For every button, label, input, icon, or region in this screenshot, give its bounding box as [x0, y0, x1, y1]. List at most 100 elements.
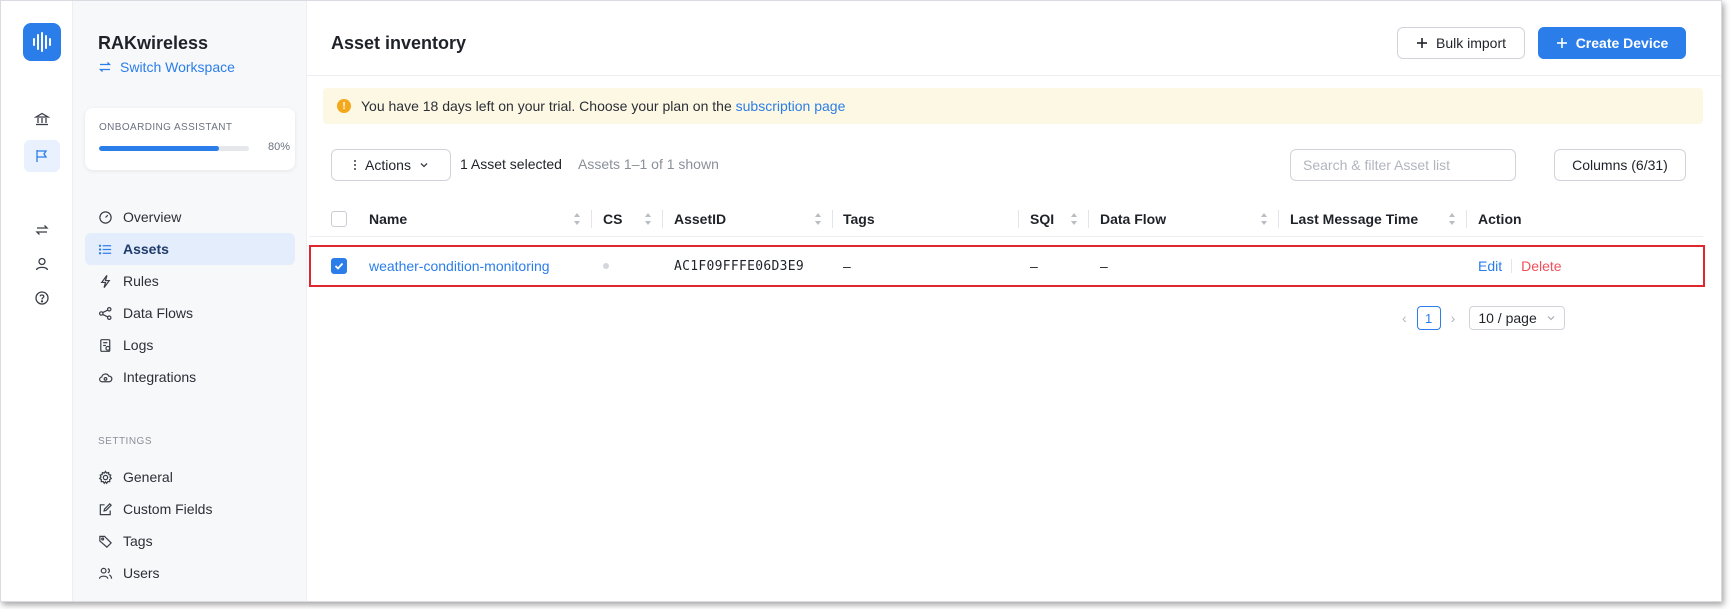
- create-device-button[interactable]: Create Device: [1538, 27, 1686, 59]
- table-row[interactable]: weather-condition-monitoring AC1F09FFFE0…: [309, 245, 1705, 287]
- column-header-sqi[interactable]: SQI: [1030, 201, 1088, 237]
- settings-section-label: SETTINGS: [98, 436, 153, 447]
- column-divider: [832, 210, 833, 228]
- prev-page-icon[interactable]: ‹: [1402, 310, 1407, 326]
- sidebar-item-general[interactable]: General: [85, 461, 295, 493]
- sidebar-item-users[interactable]: Users: [85, 557, 295, 589]
- action-divider: [1511, 259, 1513, 273]
- bank-icon[interactable]: [24, 103, 60, 135]
- tags-cell: –: [843, 258, 851, 274]
- actions-label: Actions: [365, 157, 411, 173]
- row-actions: Edit Delete: [1478, 247, 1562, 285]
- page-size-select[interactable]: 10 / page: [1469, 306, 1566, 330]
- sidebar-item-rules[interactable]: Rules: [85, 265, 295, 297]
- app-window: RAKwireless Switch Workspace ONBOARDING …: [0, 0, 1722, 602]
- sort-icon: [574, 213, 580, 225]
- swap-icon[interactable]: [24, 214, 60, 246]
- trial-alert: ! You have 18 days left on your trial. C…: [323, 88, 1703, 124]
- selection-count: 1 Asset selected: [460, 156, 562, 172]
- sidebar-item-label: Logs: [123, 337, 154, 353]
- chevron-down-icon: [420, 163, 428, 168]
- sidebar-item-label: Custom Fields: [123, 501, 213, 517]
- cloud-sync-icon: [97, 369, 113, 385]
- switch-workspace-label: Switch Workspace: [120, 59, 235, 75]
- page-size-label: 10 / page: [1478, 310, 1537, 326]
- log-file-icon: [97, 337, 113, 353]
- cs-status-indicator: [603, 247, 615, 285]
- delete-link[interactable]: Delete: [1521, 258, 1561, 274]
- sidebar-item-label: General: [123, 469, 173, 485]
- swap-arrows-icon: [98, 62, 112, 72]
- column-divider: [1466, 210, 1467, 228]
- shown-count: Assets 1–1 of 1 shown: [578, 156, 719, 172]
- sidebar-item-tags[interactable]: Tags: [85, 525, 295, 557]
- column-header-action: Action: [1478, 211, 1522, 227]
- column-divider: [591, 210, 592, 228]
- sort-icon: [815, 213, 821, 225]
- sidebar-item-label: Tags: [123, 533, 153, 549]
- lightning-icon: [97, 273, 113, 289]
- switch-workspace-link[interactable]: Switch Workspace: [98, 59, 235, 75]
- sidebar-item-assets[interactable]: Assets: [85, 233, 295, 265]
- page-title: Asset inventory: [331, 33, 467, 53]
- page-number-button[interactable]: 1: [1416, 306, 1441, 330]
- columns-label: Columns (6/31): [1572, 157, 1668, 173]
- status-dot-icon: [603, 263, 609, 269]
- column-divider: [1088, 210, 1089, 228]
- sidebar-item-label: Assets: [123, 241, 169, 257]
- column-header-last-message-time[interactable]: Last Message Time: [1290, 201, 1466, 237]
- select-all-checkbox[interactable]: [331, 211, 347, 227]
- edit-link[interactable]: Edit: [1478, 258, 1502, 274]
- edit-box-icon: [97, 501, 113, 517]
- trial-alert-text: You have 18 days left on your trial. Cho…: [361, 98, 732, 114]
- next-page-icon[interactable]: ›: [1451, 310, 1456, 326]
- column-divider: [1278, 210, 1279, 228]
- rak-logo-icon[interactable]: [23, 23, 61, 61]
- share-nodes-icon: [97, 305, 113, 321]
- sidebar-item-overview[interactable]: Overview: [85, 201, 295, 233]
- warning-icon: !: [337, 99, 351, 113]
- main-content: Asset inventory Bulk import Create Devic…: [307, 1, 1721, 601]
- sidebar-item-logs[interactable]: Logs: [85, 329, 295, 361]
- sort-icon: [645, 213, 651, 225]
- sidebar-item-label: Rules: [123, 273, 159, 289]
- column-header-assetid[interactable]: AssetID: [674, 201, 832, 237]
- onboarding-progress-label: 80%: [268, 141, 291, 153]
- sqi-cell: –: [1030, 258, 1038, 274]
- subscription-page-link[interactable]: subscription page: [736, 98, 846, 114]
- tag-icon: [97, 533, 113, 549]
- column-divider: [1018, 210, 1019, 228]
- bulk-import-label: Bulk import: [1435, 35, 1507, 51]
- asset-name-link[interactable]: weather-condition-monitoring: [369, 247, 550, 285]
- actions-dropdown-button[interactable]: Actions: [331, 149, 451, 181]
- onboarding-assistant-card[interactable]: ONBOARDING ASSISTANT 80%: [85, 108, 295, 170]
- onboarding-label: ONBOARDING ASSISTANT: [99, 122, 233, 133]
- table-header: Name CS AssetID Tags SQI Data Flow Last …: [309, 201, 1703, 237]
- column-header-tags: Tags: [843, 211, 875, 227]
- onboarding-progress-bar: [99, 146, 249, 151]
- sidebar-item-label: Users: [123, 565, 160, 581]
- column-header-name[interactable]: Name: [369, 201, 591, 237]
- sidebar-item-data-flows[interactable]: Data Flows: [85, 297, 295, 329]
- sort-icon: [1261, 213, 1267, 225]
- gauge-icon: [97, 209, 113, 225]
- sidebar-item-integrations[interactable]: Integrations: [85, 361, 295, 393]
- columns-button[interactable]: Columns (6/31): [1554, 149, 1686, 181]
- sidebar-item-custom-fields[interactable]: Custom Fields: [85, 493, 295, 525]
- plus-icon: [1416, 38, 1427, 48]
- row-checkbox[interactable]: [331, 258, 347, 274]
- pagination: ‹ 1 › 10 / page: [1402, 306, 1566, 330]
- flag-icon[interactable]: [24, 140, 60, 172]
- column-header-cs[interactable]: CS: [603, 201, 662, 237]
- column-header-data-flow[interactable]: Data Flow: [1100, 201, 1278, 237]
- bulk-import-button[interactable]: Bulk import: [1397, 27, 1525, 59]
- create-device-label: Create Device: [1575, 35, 1669, 51]
- list-icon: [97, 241, 113, 257]
- asset-search-input[interactable]: [1290, 149, 1516, 181]
- plus-icon: [1556, 38, 1567, 48]
- vertical-dots-icon: [354, 160, 357, 170]
- user-icon[interactable]: [24, 248, 60, 280]
- sidebar: RAKwireless Switch Workspace ONBOARDING …: [73, 1, 307, 601]
- sort-icon: [1449, 213, 1455, 225]
- help-circle-icon[interactable]: [24, 282, 60, 314]
